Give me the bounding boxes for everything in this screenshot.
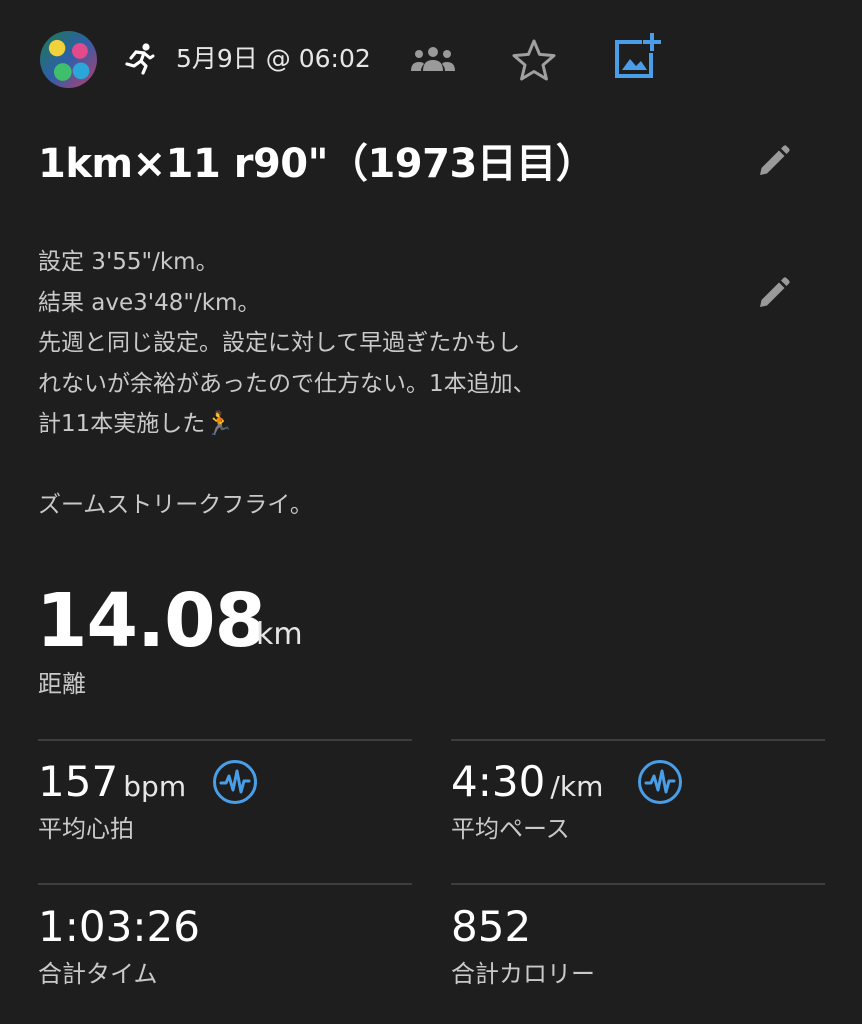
distance-label: 距離 — [38, 670, 86, 698]
divider — [38, 883, 412, 885]
activity-title: 1km×11 r90"（1973日目） — [38, 141, 596, 187]
calories-label: 合計カロリー — [451, 960, 595, 988]
avg-heart-rate-value: 157 — [38, 757, 119, 806]
distance-unit: km — [256, 617, 303, 652]
avg-pace-unit: /km — [550, 770, 604, 803]
activity-wave-icon[interactable] — [212, 759, 258, 805]
group-icon[interactable] — [410, 44, 456, 74]
divider — [451, 739, 825, 741]
total-time-label: 合計タイム — [38, 960, 158, 988]
divider — [38, 739, 412, 741]
total-time-value: 1:03:26 — [38, 902, 200, 951]
star-icon[interactable] — [511, 38, 557, 82]
activity-description: 設定 3'55"/km。 結果 ave3'48"/km。 先週と同じ設定。設定に… — [38, 249, 536, 518]
activity-wave-icon[interactable] — [637, 759, 683, 805]
avg-heart-rate-stat[interactable]: 157 bpm — [38, 757, 186, 807]
divider — [451, 883, 825, 885]
avg-pace-label: 平均ペース — [451, 815, 570, 843]
calories-stat[interactable]: 852 — [451, 902, 531, 952]
avg-heart-rate-unit: bpm — [123, 770, 187, 803]
avg-pace-value: 4:30 — [451, 757, 546, 806]
running-icon — [125, 43, 155, 75]
avg-heart-rate-label: 平均心拍 — [38, 815, 134, 843]
activity-date: 5月9日 @ 06:02 — [176, 44, 371, 73]
avg-pace-stat[interactable]: 4:30 /km — [451, 757, 603, 807]
edit-title-pencil-icon[interactable] — [755, 144, 791, 180]
distance-value: 14.08 — [36, 578, 266, 664]
total-time-stat[interactable]: 1:03:26 — [38, 902, 200, 952]
calories-value: 852 — [451, 902, 532, 951]
avatar[interactable] — [40, 31, 97, 88]
add-photo-icon[interactable] — [612, 33, 662, 79]
edit-description-pencil-icon[interactable] — [755, 276, 791, 312]
